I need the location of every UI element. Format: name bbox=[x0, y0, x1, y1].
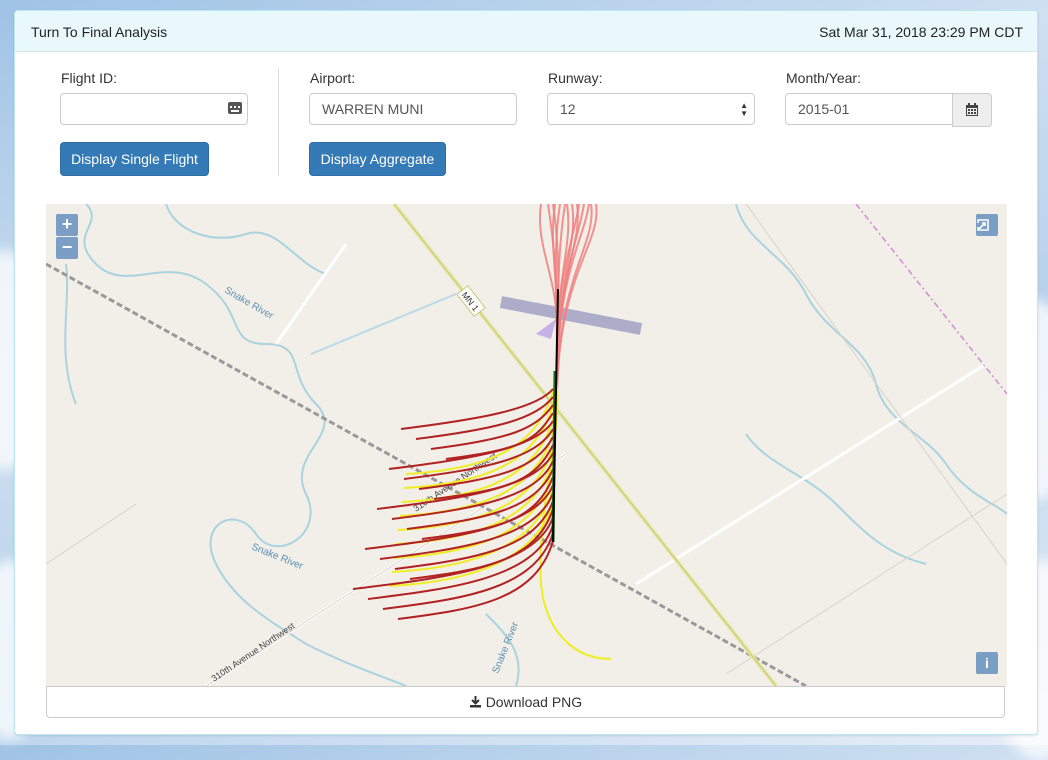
failed-tracks bbox=[352, 388, 554, 620]
airport-label: Airport: bbox=[310, 70, 356, 86]
local-roads bbox=[205, 243, 987, 686]
download-png-button[interactable]: Download PNG bbox=[46, 686, 1005, 718]
runway-value: 12 bbox=[560, 101, 576, 117]
fullscreen-button[interactable] bbox=[976, 214, 998, 236]
runway-select[interactable]: 12 ▲ ▼ bbox=[547, 93, 755, 125]
river-label: Snake River bbox=[223, 285, 276, 322]
month-year-label: Month/Year: bbox=[786, 70, 861, 86]
rivers bbox=[64, 204, 1007, 686]
flight-id-label: Flight ID: bbox=[61, 70, 118, 86]
download-label: Download PNG bbox=[485, 694, 583, 710]
zoom-out-button[interactable]: − bbox=[56, 237, 78, 259]
select-arrows-icon: ▲ ▼ bbox=[740, 101, 748, 118]
form-divider bbox=[278, 68, 279, 176]
road-label: 310th Avenue Northwest bbox=[210, 620, 297, 683]
map-canvas[interactable]: Snake River Snake River Snake River 310t… bbox=[46, 204, 1007, 686]
info-button[interactable]: i bbox=[976, 652, 998, 674]
runway bbox=[499, 296, 643, 335]
calendar-icon bbox=[966, 103, 978, 116]
railway bbox=[46, 262, 807, 686]
airport-input[interactable] bbox=[309, 93, 517, 125]
approach-tracks bbox=[539, 204, 598, 403]
analysis-panel: Turn To Final Analysis Sat Mar 31, 2018 … bbox=[14, 10, 1038, 735]
apron bbox=[536, 319, 556, 339]
current-datetime: Sat Mar 31, 2018 23:29 PM CDT bbox=[819, 24, 1023, 40]
display-single-flight-button[interactable]: Display Single Flight bbox=[60, 142, 209, 176]
expand-icon bbox=[977, 219, 989, 231]
failed-track bbox=[400, 388, 554, 430]
zoom-in-button[interactable]: + bbox=[56, 214, 78, 236]
download-icon bbox=[469, 696, 481, 708]
page-title: Turn To Final Analysis bbox=[31, 24, 168, 40]
river-label: Snake River bbox=[491, 620, 522, 675]
calendar-button[interactable] bbox=[952, 93, 992, 127]
runway-label: Runway: bbox=[548, 70, 603, 86]
month-year-input[interactable] bbox=[785, 93, 953, 125]
flight-id-input[interactable] bbox=[60, 93, 248, 125]
keyboard-icon bbox=[228, 102, 242, 114]
display-aggregate-button[interactable]: Display Aggregate bbox=[309, 142, 446, 176]
panel-header: Turn To Final Analysis Sat Mar 31, 2018 … bbox=[15, 11, 1037, 52]
map-view[interactable]: Snake River Snake River Snake River 310t… bbox=[46, 204, 1007, 686]
